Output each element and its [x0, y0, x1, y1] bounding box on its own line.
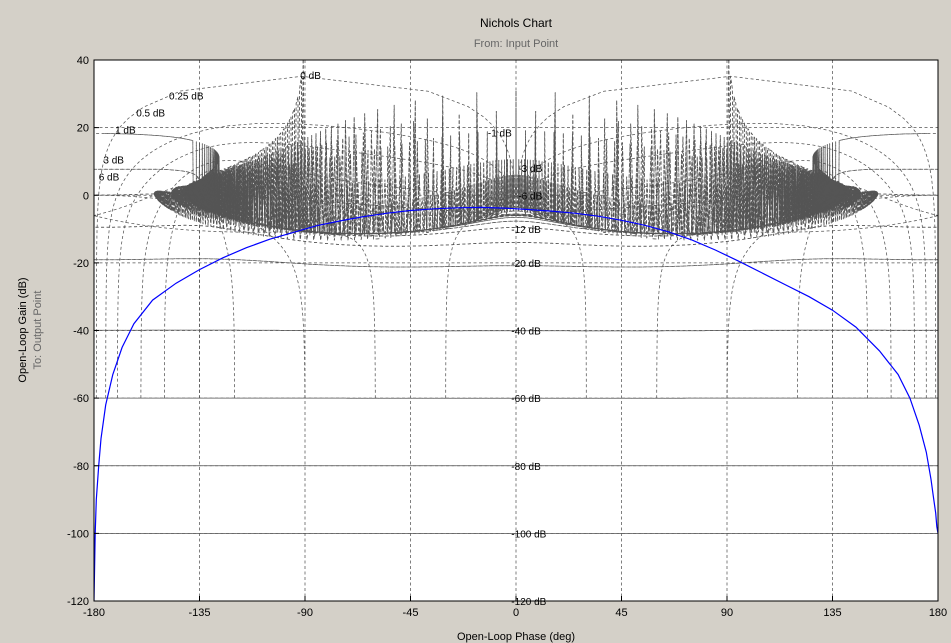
x-tick-label: 180: [929, 607, 947, 619]
x-tick-label: 90: [721, 607, 733, 619]
m-circle-label: 3 dB: [103, 156, 124, 167]
m-circle-label: -6 dB: [518, 191, 542, 202]
chart-subtitle: From: Input Point: [474, 38, 558, 50]
m-circle-label: 6 dB: [99, 173, 120, 184]
m-circle-label: -100 dB: [511, 529, 546, 540]
nichols-figure: 0 dB 0.25 dB 0.5 dB1 dB 3 dB 6 dB -1 dB -3 dB -…: [17, 16, 947, 643]
m-circle-label: 1 dB: [115, 125, 136, 136]
m-circle-label: 0.25 dB: [169, 92, 204, 103]
x-tick-label: -180: [83, 607, 105, 619]
x-tick-label: -90: [297, 607, 313, 619]
x-axis-label: Open-Loop Phase (deg): [457, 631, 575, 643]
x-tick-label: -45: [403, 607, 419, 619]
y-tick-label: 20: [77, 123, 89, 135]
x-tick-label: 0: [513, 607, 519, 619]
y-tick-label: -100: [67, 528, 89, 540]
m-circle-label: -1 dB: [488, 129, 512, 140]
x-tick-label: 45: [615, 607, 627, 619]
x-tick-label: -135: [188, 607, 210, 619]
m-circle-label: -20 dB: [511, 259, 541, 270]
y-axis-sublabel: To: Output Point: [32, 291, 44, 370]
y-axis-label: Open-Loop Gain (dB): [17, 277, 29, 382]
m-circle-label: -12 dB: [511, 225, 541, 236]
m-circle-label: -40 dB: [511, 327, 541, 338]
m-circle-label: 0 dB: [300, 71, 321, 82]
chart-title: Nichols Chart: [480, 16, 553, 30]
m-circle-label: 0.5 dB: [136, 108, 165, 119]
m-circle-label: -80 dB: [511, 462, 541, 473]
m-circle-label: -60 dB: [511, 394, 541, 405]
y-tick-label: 40: [77, 55, 89, 67]
x-tick-label: 135: [823, 607, 841, 619]
y-tick-label: -60: [73, 393, 89, 405]
y-tick-label: -120: [67, 596, 89, 608]
y-tick-label: 0: [83, 190, 89, 202]
m-circle-label: -3 dB: [518, 164, 542, 175]
y-tick-label: -20: [73, 258, 89, 270]
y-tick-label: -80: [73, 461, 89, 473]
y-tick-label: -40: [73, 326, 89, 338]
